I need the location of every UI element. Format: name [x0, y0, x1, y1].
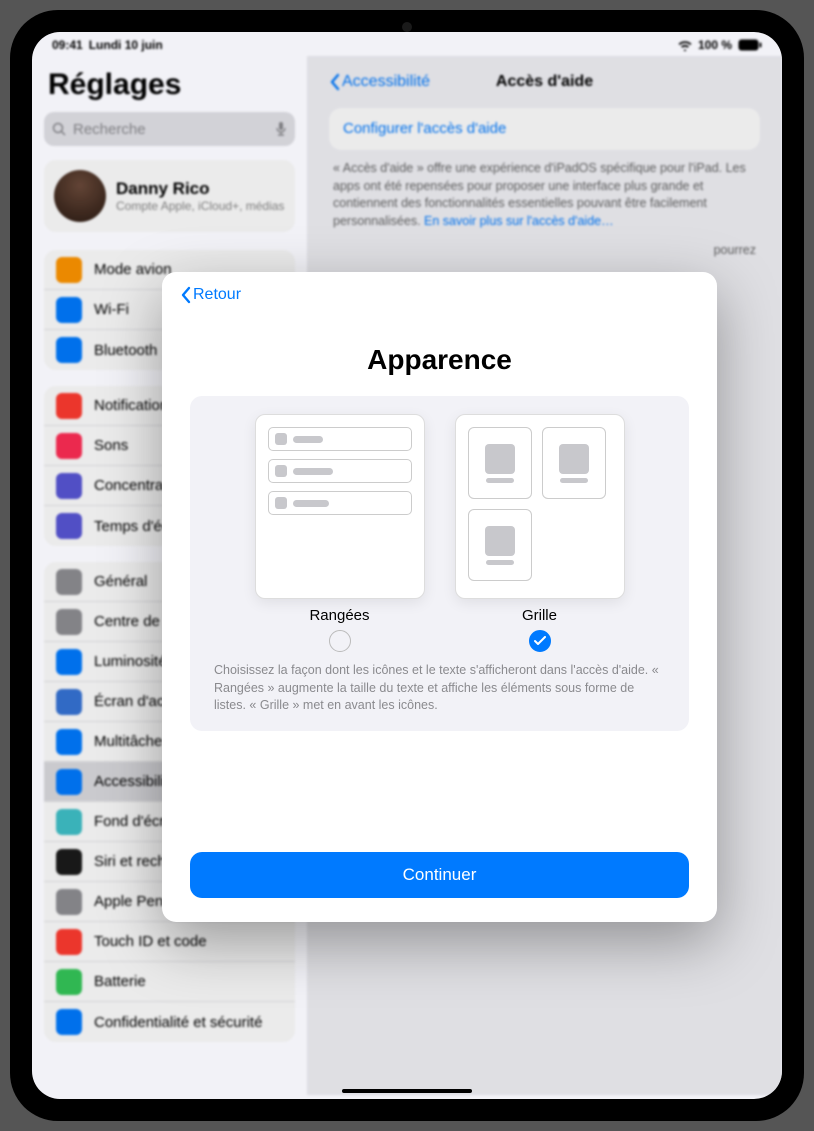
sidebar-item[interactable]: Confidentialité et sécurité — [44, 1002, 295, 1042]
search-icon — [52, 122, 67, 137]
option-rows-label: Rangées — [255, 607, 425, 624]
sidebar-item-icon — [56, 609, 82, 635]
rows-preview-icon — [255, 414, 425, 599]
sidebar-item-label: Touch ID et code — [94, 933, 207, 950]
sidebar-item-icon — [56, 393, 82, 419]
sidebar-item[interactable]: Batterie — [44, 962, 295, 1002]
radio-grid[interactable] — [529, 630, 551, 652]
detail-description-2: If you need… pourrez — [329, 242, 760, 260]
sidebar-item-icon — [56, 1009, 82, 1035]
radio-rows[interactable] — [329, 630, 351, 652]
sidebar-item-label: Sons — [94, 437, 128, 454]
sidebar-item-icon — [56, 689, 82, 715]
option-rows[interactable]: Rangées — [255, 414, 425, 652]
config-link-card[interactable]: Configurer l'accès d'aide — [329, 108, 760, 150]
sidebar-item-label: Wi-Fi — [94, 301, 129, 318]
status-time: 09:41 — [52, 38, 83, 52]
sidebar-item-icon — [56, 433, 82, 459]
chevron-left-icon — [329, 73, 340, 91]
sidebar-item-icon — [56, 513, 82, 539]
learn-more-link[interactable]: En savoir plus sur l'accès d'aide… — [424, 214, 614, 228]
sidebar-item-label: Général — [94, 573, 147, 590]
sidebar-item-icon — [56, 649, 82, 675]
option-grid-label: Grille — [455, 607, 625, 624]
appearance-modal: Retour Apparence Rangées — [162, 272, 717, 922]
search-placeholder: Recherche — [73, 121, 146, 138]
sidebar-item-icon — [56, 569, 82, 595]
account-name: Danny Rico — [116, 179, 284, 199]
sidebar-item[interactable]: Touch ID et code — [44, 922, 295, 962]
search-input[interactable]: Recherche — [44, 112, 295, 146]
detail-back[interactable]: Accessibilité — [329, 73, 430, 91]
battery-icon — [738, 39, 762, 51]
modal-hint: Choisissez la façon dont les icônes et l… — [210, 652, 669, 715]
sidebar-item-icon — [56, 889, 82, 915]
sidebar-item-icon — [56, 809, 82, 835]
home-indicator[interactable] — [342, 1089, 472, 1093]
sidebar-item-label: Multitâche — [94, 733, 162, 750]
modal-back[interactable]: Retour — [180, 286, 699, 304]
sidebar-item-label: Bluetooth — [94, 342, 157, 359]
sidebar-title: Réglages — [48, 68, 291, 102]
sidebar-item-icon — [56, 729, 82, 755]
sidebar-item-icon — [56, 969, 82, 995]
sidebar-item-icon — [56, 257, 82, 283]
sidebar-item-label: Mode avion — [94, 261, 172, 278]
sidebar-item-label: Confidentialité et sécurité — [94, 1014, 262, 1031]
modal-title: Apparence — [180, 344, 699, 376]
avatar — [54, 170, 106, 222]
grid-preview-icon — [455, 414, 625, 599]
account-sub: Compte Apple, iCloud+, médias — [116, 199, 284, 213]
continue-button[interactable]: Continuer — [190, 852, 689, 898]
battery-pct: 100 % — [698, 38, 732, 52]
chevron-left-icon — [180, 286, 191, 304]
wifi-icon — [678, 40, 692, 51]
detail-title: Accès d'aide — [496, 73, 593, 91]
account-row[interactable]: Danny Rico Compte Apple, iCloud+, médias — [44, 160, 295, 232]
sidebar-item-icon — [56, 769, 82, 795]
sidebar-item-icon — [56, 337, 82, 363]
status-date: Lundi 10 juin — [89, 38, 163, 52]
sidebar-item-icon — [56, 929, 82, 955]
status-bar: 09:41 Lundi 10 juin 100 % — [32, 32, 782, 56]
mic-icon[interactable] — [275, 121, 287, 137]
sidebar-item-icon — [56, 297, 82, 323]
detail-description: « Accès d'aide » offre une expérience d'… — [329, 160, 760, 230]
sidebar-item-icon — [56, 849, 82, 875]
sidebar-item-label: Batterie — [94, 973, 146, 990]
sidebar-item-icon — [56, 473, 82, 499]
option-grid[interactable]: Grille — [455, 414, 625, 652]
